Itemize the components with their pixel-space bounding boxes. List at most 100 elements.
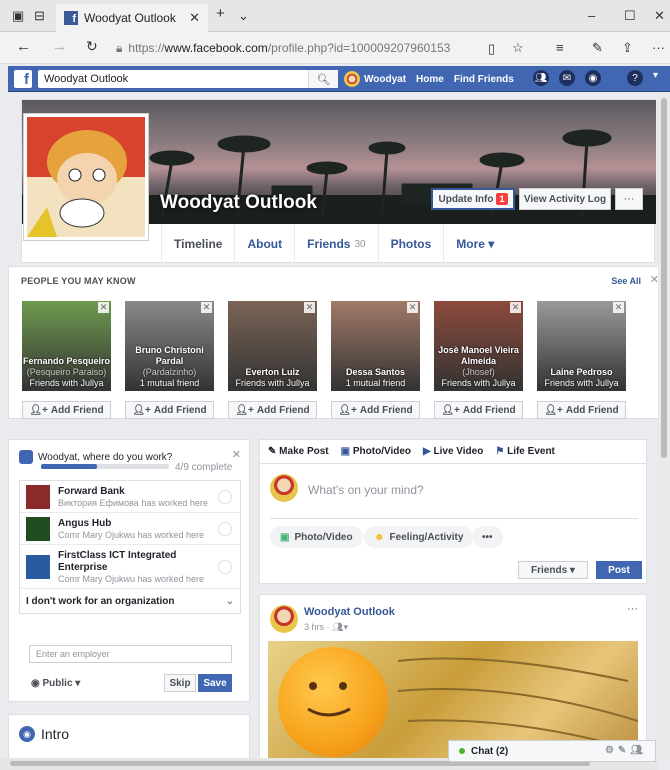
search-icon[interactable]: 🔍︎	[308, 70, 338, 88]
employer-sub: Виктория Ефимова has worked here	[58, 497, 208, 508]
scroll-thumb[interactable]	[661, 98, 667, 458]
save-button[interactable]: Save	[198, 674, 232, 692]
live-video-tab[interactable]: ▶ Live Video	[423, 446, 483, 457]
maximize-icon[interactable]: ☐	[624, 8, 636, 24]
person-name[interactable]: Everton Luiz	[228, 367, 317, 378]
add-friend-button[interactable]: 👤︎+ Add Friend	[228, 401, 317, 419]
more-options-button[interactable]: ···	[615, 188, 643, 210]
minimize-icon[interactable]: –	[588, 8, 595, 23]
dismiss-icon[interactable]: ✕	[510, 302, 521, 313]
make-post-label: Make Post	[279, 446, 329, 457]
status-input[interactable]: What's on your mind?	[308, 483, 424, 497]
reading-view-icon[interactable]: ▯	[488, 41, 495, 57]
tab-friends[interactable]: Friends 30	[294, 224, 377, 264]
browser-tab[interactable]: f Woodyat Outlook ✕	[56, 4, 208, 32]
person-photo[interactable]: ✕ Fernando Pesqueiro (Pesqueiro Paraiso) Fr…	[22, 301, 111, 391]
make-post-tab[interactable]: ✎ Make Post	[268, 446, 329, 457]
close-tab-icon[interactable]: ✕	[189, 10, 200, 26]
employer-option[interactable]: FirstClass ICT Integrated Enterprise Comr…	[20, 545, 240, 589]
photo-icon: ▣	[280, 531, 290, 543]
address-bar[interactable]: 🔒︎ https://www.facebook.com/profile.php?…	[116, 36, 536, 60]
home-link[interactable]: Home	[416, 74, 444, 85]
post-options-icon[interactable]: ···	[627, 603, 638, 615]
see-all-link[interactable]: See All	[611, 276, 641, 286]
vertical-scrollbar[interactable]	[658, 92, 670, 758]
notes-icon[interactable]: ✎	[592, 40, 603, 56]
close-window-icon[interactable]: ✕	[654, 8, 665, 24]
skip-button[interactable]: Skip	[164, 674, 196, 692]
post-author[interactable]: Woodyat Outlook	[304, 606, 395, 618]
profile-name[interactable]: Woodyat Outlook	[160, 192, 317, 214]
avatar[interactable]	[270, 605, 298, 633]
person-name[interactable]: Josè Manoel Vieira Almeida	[434, 345, 523, 367]
dismiss-icon[interactable]: ✕	[98, 302, 109, 313]
messages-icon[interactable]: ✉	[558, 70, 575, 86]
no-organization-option[interactable]: I don't work for an organization ⌄	[20, 589, 240, 613]
add-friend-button[interactable]: 👤︎+ Add Friend	[22, 401, 111, 419]
person-photo[interactable]: ✕ Dessa Santos 1 mutual friend	[331, 301, 420, 391]
more-composer-options[interactable]: •••	[472, 526, 503, 548]
dismiss-icon[interactable]: ✕	[201, 302, 212, 313]
favorite-star-icon[interactable]: ☆	[512, 40, 524, 56]
employer-radio[interactable]	[218, 521, 232, 536]
tab-timeline[interactable]: Timeline	[161, 224, 234, 264]
more-icon[interactable]: ···	[652, 40, 665, 55]
tab-more[interactable]: More ▾	[443, 224, 506, 264]
tab-list-icon[interactable]: ⌄	[238, 8, 249, 24]
back-icon[interactable]: ←	[16, 38, 31, 55]
account-menu-icon[interactable]: ▾	[653, 70, 658, 86]
employer-radio[interactable]	[218, 559, 232, 574]
post-button[interactable]: Post	[596, 561, 642, 579]
employer-logo	[26, 516, 50, 541]
dismiss-icon[interactable]: ✕	[304, 302, 315, 313]
life-event-tab[interactable]: ⚑ Life Event	[495, 446, 555, 457]
dismiss-icon[interactable]: ✕	[613, 302, 624, 313]
back-tabs-icon[interactable]: ⊟	[34, 8, 45, 24]
search-input[interactable]: Woodyat Outlook 🔍︎	[38, 70, 338, 88]
person-photo[interactable]: ✕ Josè Manoel Vieira Almeida (Jhosef) Frien…	[434, 301, 523, 391]
add-friend-button[interactable]: 👤︎+ Add Friend	[125, 401, 214, 419]
feeling-label: Feeling/Activity	[389, 531, 464, 543]
employer-input[interactable]: Enter an employer	[29, 645, 232, 663]
employer-radio[interactable]	[218, 489, 232, 504]
person-name[interactable]: Bruno Christoni Pardal	[125, 345, 214, 367]
add-friend-button[interactable]: 👤︎+ Add Friend	[434, 401, 523, 419]
help-icon[interactable]: ?	[626, 70, 643, 86]
tab-manager-icon[interactable]: ▣	[12, 8, 24, 24]
new-tab-icon[interactable]: +	[216, 5, 225, 22]
friend-requests-icon[interactable]: 👥︎	[532, 70, 549, 86]
add-friend-button[interactable]: 👤︎+ Add Friend	[537, 401, 626, 419]
employer-option[interactable]: Forward Bank Виктория Ефимова has worked …	[20, 481, 240, 513]
person-name[interactable]: Fernando Pesqueiro	[22, 356, 111, 367]
chat-tools-icons[interactable]: ⚙✎👥︎	[605, 745, 647, 756]
add-friend-button[interactable]: 👤︎+ Add Friend	[331, 401, 420, 419]
profile-picture[interactable]	[24, 114, 148, 240]
view-activity-log-button[interactable]: View Activity Log	[519, 188, 611, 210]
chat-bar[interactable]: Chat (2) ⚙✎👥︎	[448, 740, 656, 762]
audience-selector[interactable]: Friends ▾	[518, 561, 588, 579]
tab-photos[interactable]: Photos	[377, 224, 444, 264]
privacy-selector[interactable]: ◉ Public ▾	[31, 678, 80, 689]
forward-icon[interactable]: →	[52, 38, 67, 55]
photo-video-button[interactable]: ▣ Photo/Video	[270, 526, 363, 548]
profile-link[interactable]: Woodyat	[344, 71, 406, 87]
close-icon[interactable]: ✕	[232, 448, 241, 461]
feeling-activity-button[interactable]: ☻ Feeling/Activity	[364, 526, 474, 548]
person-photo[interactable]: ✕ Bruno Christoni Pardal (Pardalzinho) 1 mu…	[125, 301, 214, 391]
facebook-logo-icon[interactable]: f	[14, 70, 32, 88]
tab-about[interactable]: About	[234, 224, 294, 264]
dismiss-icon[interactable]: ✕	[407, 302, 418, 313]
employer-option[interactable]: Angus Hub Comr Mary Ojukwu has worked her…	[20, 513, 240, 545]
update-info-button[interactable]: Update Info 1	[431, 188, 515, 210]
person-photo[interactable]: ✕ Laine Pedroso Friends with Jullya	[537, 301, 626, 391]
hub-icon[interactable]: ≡	[556, 40, 564, 55]
post-timestamp[interactable]: 3 hrs · 👥︎▾	[304, 622, 348, 633]
person-photo[interactable]: ✕ Everton Luiz Friends with Jullya	[228, 301, 317, 391]
share-icon[interactable]: ⇪	[622, 40, 633, 56]
notifications-globe-icon[interactable]: ◉	[584, 70, 601, 86]
find-friends-link[interactable]: Find Friends	[454, 74, 514, 85]
person-name[interactable]: Dessa Santos	[331, 367, 420, 378]
person-name[interactable]: Laine Pedroso	[537, 367, 626, 378]
photo-video-tab[interactable]: ▣ Photo/Video	[341, 446, 411, 457]
refresh-icon[interactable]: ↻	[86, 38, 98, 55]
